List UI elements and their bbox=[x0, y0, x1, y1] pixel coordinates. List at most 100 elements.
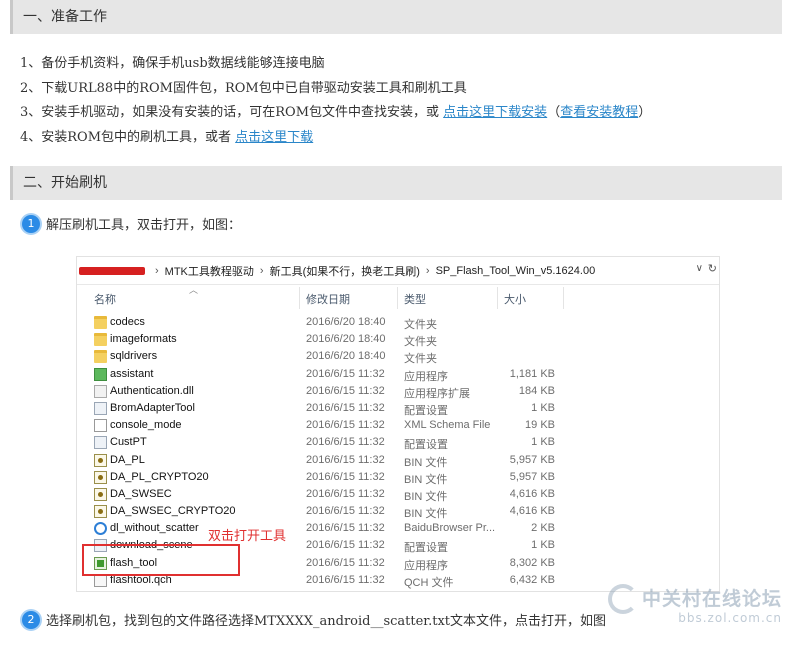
file-name: BromAdapterTool bbox=[110, 401, 195, 414]
step-bullet-2: 2 选择刷机包，找到包的文件路径选择MTXXXX_android__scatte… bbox=[22, 610, 606, 629]
file-row[interactable]: DA_PL 2016/6/15 11:32 BIN 文件 5,957 KB bbox=[77, 452, 719, 469]
column-header-size[interactable]: 大小 bbox=[504, 291, 526, 307]
step-number-badge: 1 bbox=[22, 214, 40, 233]
file-row[interactable]: assistant 2016/6/15 11:32 应用程序 1,181 KB bbox=[77, 366, 719, 383]
column-header-name[interactable]: 名称 bbox=[94, 291, 116, 307]
bin-icon bbox=[94, 470, 107, 484]
file-size: 1 KB bbox=[531, 539, 555, 552]
download-driver-link[interactable]: 点击这里下载安装 bbox=[443, 105, 547, 120]
file-row[interactable]: BromAdapterTool 2016/6/15 11:32 配置设置 1 KB bbox=[77, 400, 719, 417]
step-bullet-1: 1 解压刷机工具，双击打开，如图： bbox=[22, 214, 241, 233]
file-size: 4,616 KB bbox=[509, 487, 555, 500]
file-row[interactable]: dl_without_scatter 2016/6/15 11:32 BaiduBr… bbox=[77, 520, 719, 537]
file-type: QCH 文件 bbox=[404, 576, 454, 589]
download-flash-tool-link[interactable]: 点击这里下载 bbox=[235, 130, 313, 145]
browser-icon bbox=[94, 522, 107, 536]
chevron-down-icon[interactable]: ∨ bbox=[696, 263, 703, 274]
file-type: XML Schema File bbox=[404, 419, 491, 432]
column-divider[interactable] bbox=[299, 287, 300, 309]
redacted-path-segment bbox=[79, 266, 145, 275]
address-bar[interactable]: › MTK工具教程驱动 › 新工具(如果不行，换老工具刷) › SP_Flash… bbox=[77, 257, 719, 285]
file-type: 应用程序 bbox=[404, 559, 448, 572]
file-type: BIN 文件 bbox=[404, 473, 448, 486]
file-type: 文件夹 bbox=[404, 319, 437, 331]
file-size: 5,957 KB bbox=[509, 470, 555, 483]
file-row[interactable]: sqldrivers 2016/6/20 18:40 文件夹 bbox=[77, 348, 719, 365]
file-size: 5,957 KB bbox=[509, 453, 555, 466]
file-size: 4,616 KB bbox=[509, 505, 555, 518]
file-name: DA_SWSEC_CRYPTO20 bbox=[110, 505, 236, 518]
step-text: 选择刷机包，找到包的文件路径选择MTXXXX_android__scatter.… bbox=[46, 614, 607, 629]
refresh-icon[interactable]: ↻ bbox=[708, 262, 717, 275]
file-date: 2016/6/15 11:32 bbox=[306, 505, 385, 518]
file-type: 应用程序 bbox=[404, 370, 448, 383]
file-name: Authentication.dll bbox=[110, 384, 194, 397]
file-date: 2016/6/15 11:32 bbox=[306, 573, 385, 586]
column-divider[interactable] bbox=[497, 287, 498, 309]
file-list-header: ︿ 名称 修改日期 类型 大小 bbox=[77, 285, 719, 311]
file-name: dl_without_scatter bbox=[110, 522, 199, 535]
folder-icon bbox=[94, 316, 107, 329]
file-date: 2016/6/15 11:32 bbox=[306, 539, 385, 552]
breadcrumb-item[interactable]: 新工具(如果不行，换老工具刷) bbox=[270, 263, 420, 279]
file-name: assistant bbox=[110, 367, 154, 380]
file-date: 2016/6/15 11:32 bbox=[306, 453, 385, 466]
chevron-right-icon: › bbox=[155, 264, 159, 277]
prep-step-4: 4、安装ROM包中的刷机工具，或者 点击这里下载 bbox=[20, 129, 314, 145]
file-date: 2016/6/15 11:32 bbox=[306, 384, 385, 397]
file-name: imageformats bbox=[110, 333, 177, 346]
file-type: 配置设置 bbox=[404, 439, 448, 452]
step-text: 解压刷机工具，双击打开，如图： bbox=[46, 218, 242, 233]
file-size: 19 KB bbox=[525, 419, 555, 432]
folder-icon bbox=[94, 333, 107, 347]
file-type: 配置设置 bbox=[404, 404, 448, 417]
file-row[interactable]: console_mode 2016/6/15 11:32 XML Schema Fi… bbox=[77, 417, 719, 434]
breadcrumb-item[interactable]: SP_Flash_Tool_Win_v5.1624.00 bbox=[436, 265, 596, 277]
file-row[interactable]: codecs 2016/6/20 18:40 文件夹 bbox=[77, 314, 719, 331]
file-name: DA_PL_CRYPTO20 bbox=[110, 470, 209, 483]
column-divider[interactable] bbox=[563, 287, 564, 309]
file-size: 1 KB bbox=[531, 436, 555, 449]
file-type: BIN 文件 bbox=[404, 508, 448, 521]
file-row[interactable]: DA_SWSEC_CRYPTO20 2016/6/15 11:32 BIN 文件 4,… bbox=[77, 503, 719, 520]
dll-icon bbox=[94, 384, 107, 398]
file-size: 8,302 KB bbox=[509, 556, 555, 569]
column-divider[interactable] bbox=[397, 287, 398, 309]
zol-logo-icon bbox=[607, 584, 638, 614]
step-number-badge: 2 bbox=[22, 610, 40, 629]
file-name: sqldrivers bbox=[110, 350, 158, 363]
file-row[interactable]: Authentication.dll 2016/6/15 11:32 应用程序扩展 1… bbox=[77, 383, 719, 400]
file-type: 配置设置 bbox=[404, 542, 448, 555]
file-date: 2016/6/15 11:32 bbox=[306, 419, 385, 432]
file-row[interactable]: DA_PL_CRYPTO20 2016/6/15 11:32 BIN 文件 5,957… bbox=[77, 469, 719, 486]
file-date: 2016/6/15 11:32 bbox=[306, 522, 385, 535]
file-date: 2016/6/20 18:40 bbox=[306, 316, 386, 328]
breadcrumb-item[interactable]: MTK工具教程驱动 bbox=[165, 263, 254, 279]
file-type: BIN 文件 bbox=[404, 490, 448, 503]
watermark: 中关村在线论坛 bbs.zol.com.cn bbox=[607, 584, 782, 625]
config-icon bbox=[94, 436, 107, 450]
file-date: 2016/6/20 18:40 bbox=[306, 333, 386, 346]
section-header-prep: 一、准备工作 bbox=[10, 0, 782, 34]
bin-icon bbox=[94, 487, 107, 501]
annotation-label: 双击打开工具 bbox=[208, 529, 287, 544]
file-type: 文件夹 bbox=[404, 353, 437, 366]
file-size: 1,181 KB bbox=[509, 367, 555, 380]
bin-icon bbox=[94, 453, 107, 467]
install-tutorial-link[interactable]: 查看安装教程 bbox=[560, 105, 638, 120]
prep-step-3: 3、安装手机驱动，如果没有安装的话，可在ROM包文件中查找安装，或 点击这里下载… bbox=[20, 105, 652, 120]
file-size: 1 KB bbox=[531, 401, 555, 414]
file-row[interactable]: imageformats 2016/6/20 18:40 文件夹 bbox=[77, 331, 719, 348]
file-size: 184 KB bbox=[518, 384, 555, 397]
bin-icon bbox=[94, 505, 107, 519]
file-size: 2 KB bbox=[531, 522, 555, 535]
file-date: 2016/6/15 11:32 bbox=[306, 436, 385, 449]
file-row[interactable]: CustPT 2016/6/15 11:32 配置设置 1 KB bbox=[77, 434, 719, 451]
file-name: CustPT bbox=[110, 436, 147, 449]
file-date: 2016/6/15 11:32 bbox=[306, 556, 385, 569]
file-type: 应用程序扩展 bbox=[404, 387, 470, 400]
column-header-date[interactable]: 修改日期 bbox=[306, 291, 350, 307]
file-row[interactable]: DA_SWSEC 2016/6/15 11:32 BIN 文件 4,616 KB bbox=[77, 486, 719, 503]
prep-steps-list: 1、备份手机资料，确保手机usb数据线能够连接电脑 2、下载URL88中的ROM… bbox=[20, 52, 651, 150]
column-header-type[interactable]: 类型 bbox=[404, 291, 426, 307]
